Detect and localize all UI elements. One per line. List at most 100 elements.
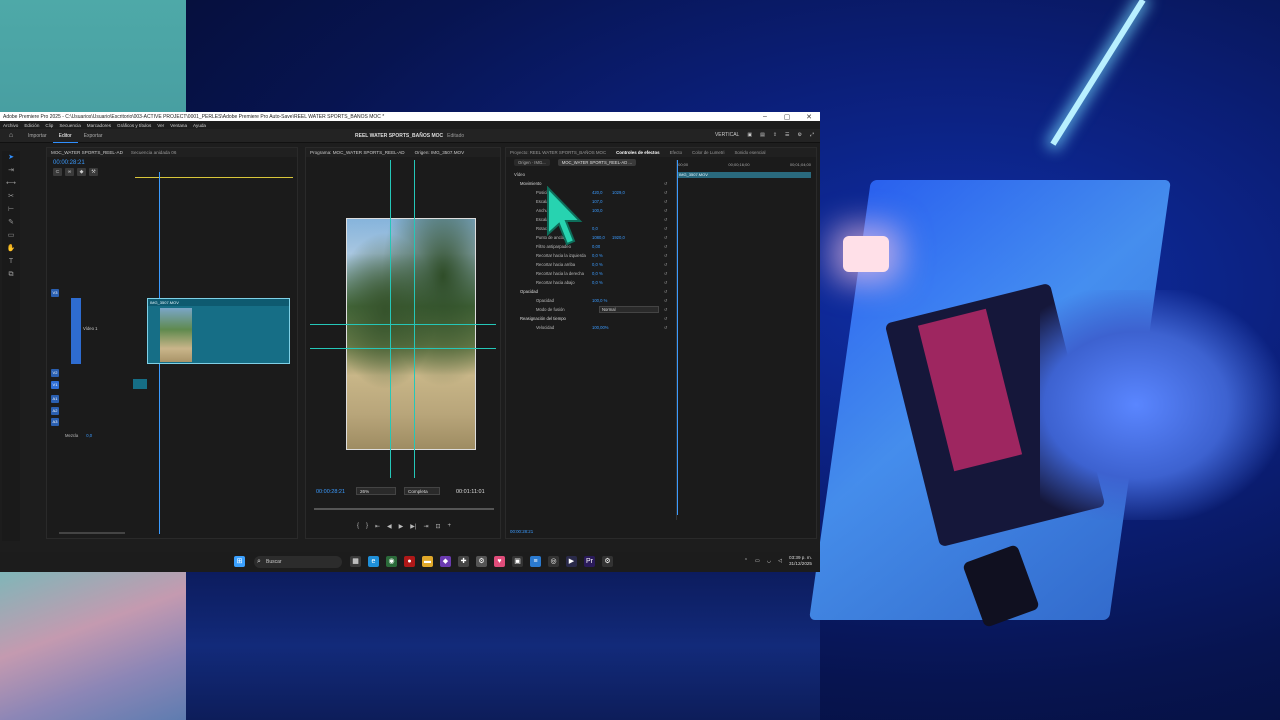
audio-clip[interactable] bbox=[133, 379, 147, 389]
mini-timeline-clip[interactable]: IMG_3507.MOV bbox=[677, 172, 811, 178]
tray-chevron-icon[interactable]: ⌃ bbox=[744, 558, 748, 564]
effect-row[interactable]: Recortar hacia la izquierda 0,0 % ↺ bbox=[512, 251, 670, 260]
effect-row[interactable]: Recortar hacia arriba 0,0 % ↺ bbox=[512, 260, 670, 269]
reset-icon[interactable]: ↺ bbox=[664, 316, 668, 321]
effect-value[interactable]: 0,0 % bbox=[592, 253, 603, 258]
effect-row[interactable]: Anchura 100,0 ↺ bbox=[512, 206, 670, 215]
media-player-icon[interactable]: ▶ bbox=[566, 556, 577, 567]
type-icon[interactable]: T bbox=[4, 256, 18, 268]
add-button-icon[interactable]: + bbox=[448, 523, 452, 533]
track-a1-toggle[interactable]: A1 bbox=[51, 395, 59, 403]
reset-icon[interactable]: ↺ bbox=[664, 325, 668, 330]
effect-row[interactable]: Punto de anclaje 1080,0 1920,0 ↺ bbox=[512, 233, 670, 242]
effect-value[interactable]: 100,0 bbox=[592, 208, 602, 213]
workspace-icon[interactable]: ▣ bbox=[747, 132, 752, 138]
effect-value-2[interactable]: 1920,0 bbox=[612, 235, 625, 240]
wifi-icon[interactable]: ◡ bbox=[767, 558, 771, 564]
menu-ayuda[interactable]: Ayuda bbox=[193, 123, 206, 128]
play-icon[interactable]: ▶ bbox=[399, 523, 404, 533]
effect-row[interactable]: Posición 420,0 1029,0 ↺ bbox=[512, 188, 670, 197]
linked-icon[interactable]: ∞ bbox=[65, 168, 74, 176]
step-back-icon[interactable]: ◀ bbox=[387, 523, 392, 533]
volume-icon[interactable]: ◁ bbox=[778, 558, 782, 564]
source-selector[interactable]: Origen · IMG... bbox=[514, 158, 550, 166]
menu-marcadores[interactable]: Marcadores bbox=[87, 123, 111, 128]
guide-vertical-2[interactable] bbox=[414, 160, 415, 478]
track-v3-toggle[interactable]: V3 bbox=[51, 289, 59, 297]
notepad-icon[interactable]: ≡ bbox=[530, 556, 541, 567]
layout-label[interactable]: VERTICAL bbox=[715, 132, 739, 138]
menu-ventana[interactable]: Ventana bbox=[170, 123, 187, 128]
gear-app-icon[interactable]: ⚙ bbox=[602, 556, 613, 567]
rectangle-icon[interactable]: ▭ bbox=[4, 230, 18, 242]
settings-icon[interactable]: ⚙ bbox=[798, 132, 802, 138]
tab-program[interactable]: Programa: MOC_WATER SPORTS_REEL-AD bbox=[310, 150, 405, 155]
tab-effect-controls[interactable]: Controles de efectos bbox=[616, 150, 659, 155]
file-explorer-icon[interactable]: ▬ bbox=[422, 556, 433, 567]
video-clip[interactable]: IMG_3507.MOV bbox=[147, 298, 290, 364]
effect-row[interactable]: Opacidad 100,0 % ↺ bbox=[512, 296, 670, 305]
app-settings-icon[interactable]: ⚙ bbox=[476, 556, 487, 567]
tab-exportar[interactable]: Exportar bbox=[78, 129, 109, 143]
timeline-timecode[interactable]: 00:00:28:21 bbox=[47, 157, 297, 166]
effect-row[interactable]: Escala 107,0 ↺ bbox=[512, 197, 670, 206]
timeline-scrollbar[interactable] bbox=[59, 532, 125, 534]
slip-icon[interactable]: ⊢ bbox=[4, 204, 18, 216]
reset-icon[interactable]: ↺ bbox=[664, 208, 668, 213]
reset-icon[interactable]: ↺ bbox=[664, 307, 668, 312]
reset-icon[interactable]: ↺ bbox=[664, 181, 668, 186]
taskbar-search[interactable]: Buscar bbox=[254, 556, 342, 568]
close-button[interactable]: ✕ bbox=[798, 113, 820, 121]
tab-essential-sound[interactable]: Sonido esencial bbox=[735, 150, 766, 155]
guide-horizontal-2[interactable] bbox=[310, 348, 496, 349]
app-red-icon[interactable]: ● bbox=[404, 556, 415, 567]
tab-editor[interactable]: Editor bbox=[52, 129, 78, 143]
tab-effect[interactable]: Efecto bbox=[670, 150, 682, 155]
reset-icon[interactable]: ↺ bbox=[664, 280, 668, 285]
mark-out-icon[interactable]: } bbox=[366, 523, 368, 533]
reset-icon[interactable]: ↺ bbox=[664, 262, 668, 267]
effect-row[interactable]: Reasignación del tiempo ↺ bbox=[512, 314, 670, 323]
track-a2-toggle[interactable]: A2 bbox=[51, 407, 59, 415]
hand-icon[interactable]: ✋ bbox=[4, 243, 18, 255]
blend-mode-select[interactable]: Normal bbox=[599, 306, 659, 313]
selection-tool-icon[interactable]: ➤ bbox=[4, 152, 18, 164]
reset-icon[interactable]: ↺ bbox=[664, 253, 668, 258]
effect-value[interactable]: 1080,0 bbox=[592, 235, 605, 240]
track-a3-toggle[interactable]: A3 bbox=[51, 418, 59, 426]
menu-clip[interactable]: Clip bbox=[45, 123, 53, 128]
export-frame-icon[interactable]: ⊡ bbox=[435, 523, 440, 533]
effect-row[interactable]: Escala uniforme↺ bbox=[512, 215, 670, 224]
caption-icon[interactable]: ⧉ bbox=[4, 269, 18, 281]
mix-value[interactable]: 0,0 bbox=[86, 433, 92, 438]
wrench-icon[interactable]: ⚒ bbox=[89, 168, 98, 176]
step-forward-icon[interactable]: ▶| bbox=[410, 523, 416, 533]
list-icon[interactable]: ☰ bbox=[785, 132, 789, 138]
track-v1-target[interactable] bbox=[71, 298, 81, 364]
chrome-icon[interactable]: ◉ bbox=[386, 556, 397, 567]
effect-value[interactable]: 0,0 % bbox=[592, 280, 603, 285]
video-preview[interactable] bbox=[346, 218, 476, 450]
effect-row[interactable]: Filtro antiparpadeo 0,00 ↺ bbox=[512, 242, 670, 251]
edge-icon[interactable]: e bbox=[368, 556, 379, 567]
ripple-edit-icon[interactable]: ⟷ bbox=[4, 178, 18, 190]
reset-icon[interactable]: ↺ bbox=[664, 271, 668, 276]
effect-row[interactable]: Velocidad 100,00% ↺ bbox=[512, 323, 670, 332]
reset-icon[interactable]: ↺ bbox=[664, 289, 668, 294]
effect-row[interactable]: Modo de fusión Normal ↺ bbox=[512, 305, 670, 314]
tab-lumetri[interactable]: Color de Lumetri bbox=[692, 150, 724, 155]
menu-ver[interactable]: Ver bbox=[157, 123, 164, 128]
reset-icon[interactable]: ↺ bbox=[664, 244, 668, 249]
effect-value[interactable]: 0,0 % bbox=[592, 271, 603, 276]
app-gray-icon[interactable]: ✚ bbox=[458, 556, 469, 567]
razor-icon[interactable]: ✂ bbox=[4, 191, 18, 203]
menu-graficos[interactable]: Gráficos y títulos bbox=[117, 123, 151, 128]
effect-row[interactable]: Recortar hacia la derecha 0,0 % ↺ bbox=[512, 269, 670, 278]
snap-icon[interactable]: ⊂ bbox=[53, 168, 62, 176]
guide-vertical-1[interactable] bbox=[390, 160, 391, 478]
quality-select[interactable]: Completa bbox=[404, 487, 440, 495]
effect-row[interactable]: Movimiento ↺ bbox=[512, 179, 670, 188]
app-purple-icon[interactable]: ◆ bbox=[440, 556, 451, 567]
effect-value[interactable]: 0,0 bbox=[592, 226, 598, 231]
reset-icon[interactable]: ↺ bbox=[664, 298, 668, 303]
